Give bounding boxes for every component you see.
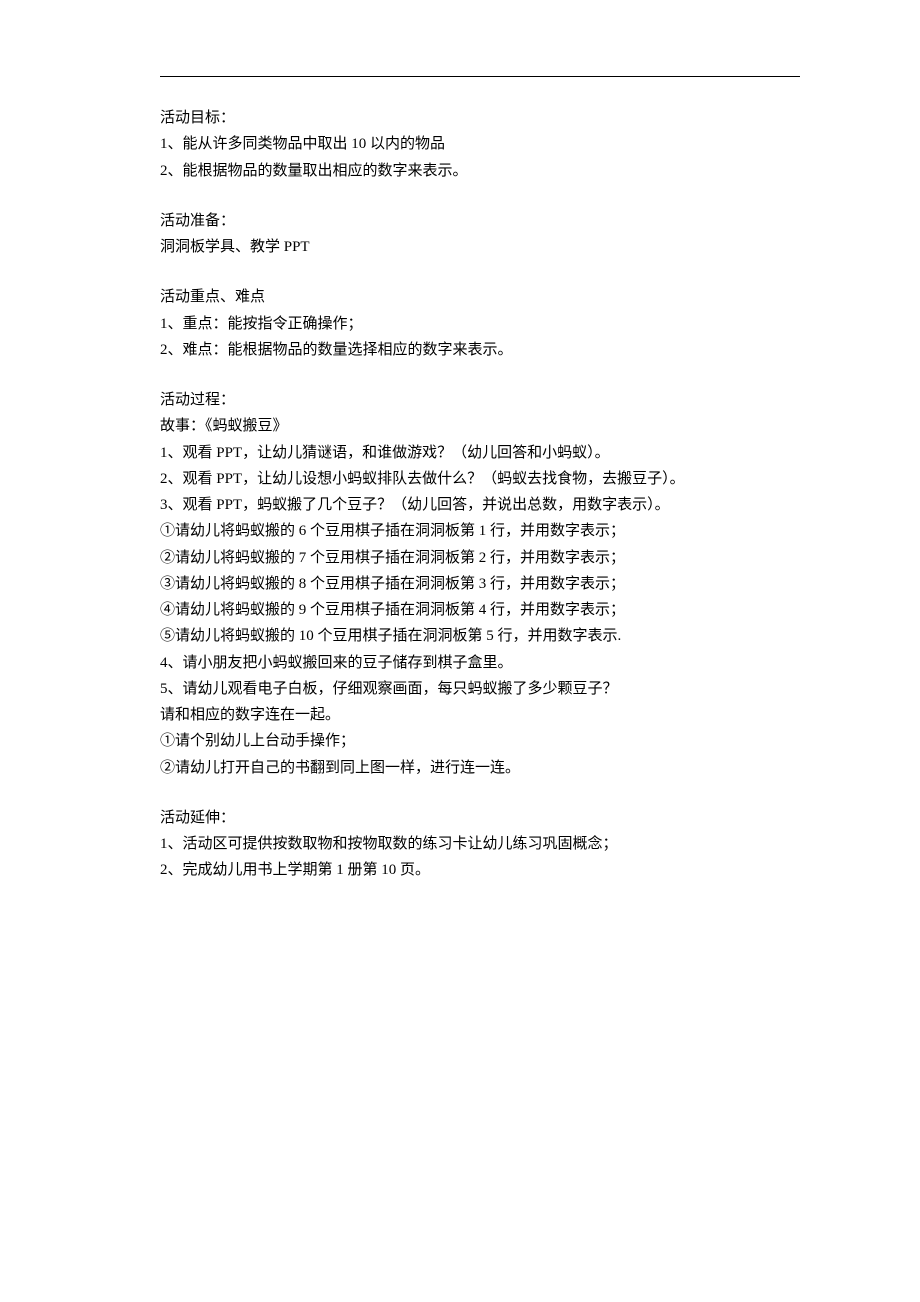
preparation-item: 洞洞板学具、教学 PPT — [160, 234, 800, 260]
extension-item: 1、活动区可提供按数取物和按物取数的练习卡让幼儿练习巩固概念； — [160, 831, 800, 857]
section-title: 活动目标： — [160, 105, 800, 131]
section-title: 活动准备： — [160, 208, 800, 234]
top-divider — [160, 76, 800, 77]
section-process: 活动过程： 故事：《蚂蚁搬豆》 1、观看 PPT，让幼儿猜谜语，和谁做游戏？（幼… — [160, 387, 800, 781]
process-item: 请和相应的数字连在一起。 — [160, 702, 800, 728]
section-title: 活动重点、难点 — [160, 284, 800, 310]
goals-item: 1、能从许多同类物品中取出 10 以内的物品 — [160, 131, 800, 157]
document-page: 活动目标： 1、能从许多同类物品中取出 10 以内的物品 2、能根据物品的数量取… — [0, 0, 920, 1302]
section-title: 活动延伸： — [160, 805, 800, 831]
process-item: ④请幼儿将蚂蚁搬的 9 个豆用棋子插在洞洞板第 4 行，并用数字表示； — [160, 597, 800, 623]
focus-item: 1、重点：能按指令正确操作； — [160, 311, 800, 337]
process-item: ②请幼儿打开自己的书翻到同上图一样，进行连一连。 — [160, 755, 800, 781]
goals-item: 2、能根据物品的数量取出相应的数字来表示。 — [160, 158, 800, 184]
process-item: ①请个别幼儿上台动手操作； — [160, 728, 800, 754]
process-item: ②请幼儿将蚂蚁搬的 7 个豆用棋子插在洞洞板第 2 行，并用数字表示； — [160, 545, 800, 571]
extension-item: 2、完成幼儿用书上学期第 1 册第 10 页。 — [160, 857, 800, 883]
process-item: ⑤请幼儿将蚂蚁搬的 10 个豆用棋子插在洞洞板第 5 行，并用数字表示. — [160, 623, 800, 649]
section-preparation: 活动准备： 洞洞板学具、教学 PPT — [160, 208, 800, 261]
section-focus: 活动重点、难点 1、重点：能按指令正确操作； 2、难点：能根据物品的数量选择相应… — [160, 284, 800, 363]
section-extension: 活动延伸： 1、活动区可提供按数取物和按物取数的练习卡让幼儿练习巩固概念； 2、… — [160, 805, 800, 884]
process-item: 2、观看 PPT，让幼儿设想小蚂蚁排队去做什么？（蚂蚁去找食物，去搬豆子）。 — [160, 466, 800, 492]
focus-item: 2、难点：能根据物品的数量选择相应的数字来表示。 — [160, 337, 800, 363]
process-story: 故事：《蚂蚁搬豆》 — [160, 413, 800, 439]
process-item: 5、请幼儿观看电子白板，仔细观察画面，每只蚂蚁搬了多少颗豆子？ — [160, 676, 800, 702]
section-goals: 活动目标： 1、能从许多同类物品中取出 10 以内的物品 2、能根据物品的数量取… — [160, 105, 800, 184]
process-item: 3、观看 PPT，蚂蚁搬了几个豆子？（幼儿回答，并说出总数，用数字表示）。 — [160, 492, 800, 518]
process-item: 1、观看 PPT，让幼儿猜谜语，和谁做游戏？（幼儿回答和小蚂蚁）。 — [160, 440, 800, 466]
process-item: ①请幼儿将蚂蚁搬的 6 个豆用棋子插在洞洞板第 1 行，并用数字表示； — [160, 518, 800, 544]
section-title: 活动过程： — [160, 387, 800, 413]
process-item: ③请幼儿将蚂蚁搬的 8 个豆用棋子插在洞洞板第 3 行，并用数字表示； — [160, 571, 800, 597]
process-item: 4、请小朋友把小蚂蚁搬回来的豆子储存到棋子盒里。 — [160, 650, 800, 676]
